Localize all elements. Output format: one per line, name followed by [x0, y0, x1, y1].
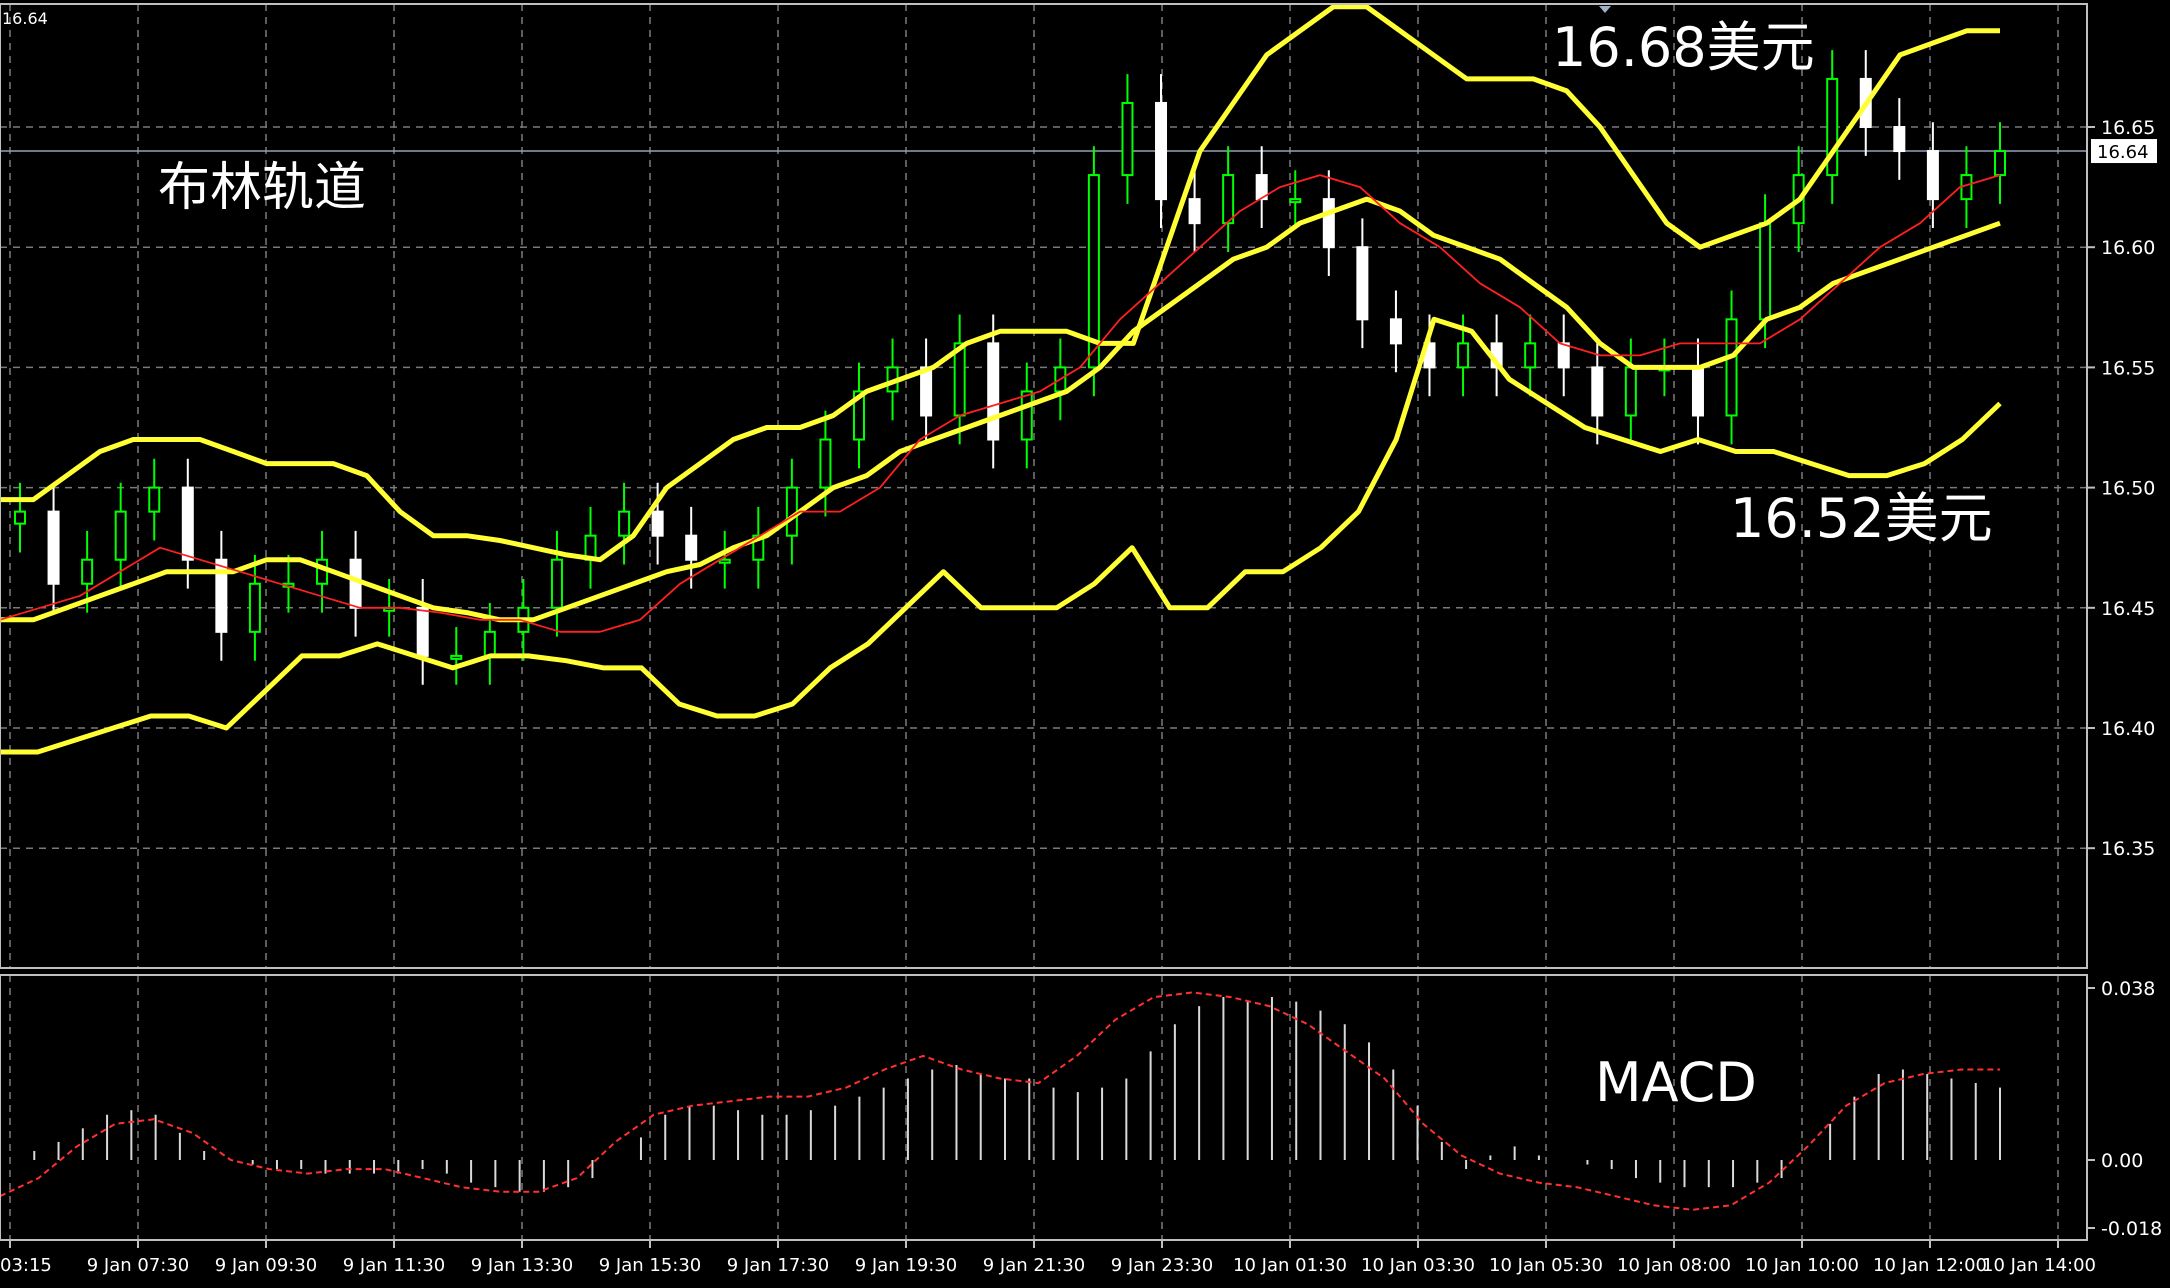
candle-body-down [349, 558, 362, 609]
x-tick-label: 9 Jan 09:30 [215, 1255, 318, 1276]
price-y-tick-label: 16.40 [2101, 718, 2155, 740]
price-y-tick-label: 16.45 [2101, 598, 2155, 620]
candle-body-up [819, 438, 832, 489]
candle-body-up [1994, 150, 2006, 177]
candle-body-down [181, 486, 194, 561]
candle-body-down [1893, 126, 1906, 153]
price-y-tick-label: 16.60 [2101, 237, 2155, 259]
candle-body-up [1725, 318, 1738, 417]
x-tick-label: 10 Jan 01:30 [1233, 1255, 1347, 1276]
corner-price-label: 16.64 [2, 9, 48, 28]
candle-body-up [81, 558, 94, 585]
candle-body-up [114, 510, 127, 561]
candle-body-up [248, 582, 261, 633]
candle-body-up [618, 510, 631, 537]
candle-body-down [1356, 246, 1369, 321]
x-tick-label: 10 Jan 12:00 [1873, 1255, 1987, 1276]
candle-body-down [1389, 318, 1402, 345]
candle-body-up [1624, 366, 1637, 417]
x-tick-label: 10 Jan 05:30 [1489, 1255, 1603, 1276]
candle-body-up [1524, 342, 1537, 369]
x-tick-label: 10 Jan 14:00 [1982, 1255, 2096, 1276]
candle-body-up [718, 558, 731, 564]
candle-body-up [450, 654, 463, 660]
current-price-label: 16.64 [2097, 142, 2149, 163]
candle-body-down [1591, 366, 1604, 417]
x-tick-label: 10 Jan 08:00 [1617, 1255, 1731, 1276]
x-tick-label: 9 Jan 15:30 [599, 1255, 702, 1276]
x-tick-label: 9 Jan 21:30 [983, 1255, 1086, 1276]
candle-body-down [1557, 342, 1570, 369]
candle-body-up [1759, 222, 1772, 321]
price-y-tick-label: 16.65 [2101, 117, 2155, 139]
macd-y-tick-label: -0.018 [2101, 1218, 2162, 1240]
candle-body-up [1457, 342, 1470, 369]
candle-body-up [1121, 101, 1134, 177]
x-tick-label: 9 Jan 13:30 [471, 1255, 574, 1276]
candle-body-up [14, 510, 26, 525]
candle-body-down [1188, 198, 1201, 225]
candle-body-down [685, 534, 698, 561]
candle-body-down [416, 606, 429, 657]
candle-body-down [987, 342, 1000, 441]
x-tick-label: 10 Jan 10:00 [1745, 1255, 1859, 1276]
candle-body-down [1155, 101, 1168, 201]
x-tick-label: 9 Jan 17:30 [727, 1255, 830, 1276]
candle-body-down [651, 510, 664, 537]
bollinger-annotation: 布林轨道 [158, 158, 366, 218]
bollinger-macd-chart: 16.35 16.40 16.45 16.50 16.55 16.60 16.65 16.64… [0, 0, 2170, 1284]
chart-root: 16.35 16.40 16.45 16.50 16.55 16.60 16.65 16.64… [0, 0, 2170, 1284]
upper-price-annotation: 16.68美元 [1552, 16, 1815, 79]
x-tick-label: 10 Jan 03:30 [1361, 1255, 1475, 1276]
candle-body-up [1020, 390, 1033, 441]
candle-body-down [920, 366, 933, 417]
price-y-tick-label: 16.35 [2101, 838, 2155, 860]
candle-body-up [1222, 174, 1235, 225]
lower-price-annotation: 16.52美元 [1730, 487, 1993, 550]
candle-body-up [1289, 198, 1302, 204]
x-tick-label: 9 Jan 11:30 [343, 1255, 446, 1276]
candle-body-up [953, 342, 966, 417]
candle-body-down [1322, 198, 1335, 249]
x-tick-label: 9 Jan 07:30 [87, 1255, 190, 1276]
x-tick-label: 03:15 [0, 1255, 52, 1276]
candle-body-down [47, 510, 60, 585]
price-y-tick-label: 16.50 [2101, 478, 2155, 500]
candle-body-up [785, 486, 798, 537]
candle-body-down [1691, 366, 1704, 417]
macd-annotation: MACD [1595, 1051, 1757, 1114]
x-tick-label: 9 Jan 23:30 [1111, 1255, 1214, 1276]
x-tick-label: 9 Jan 19:30 [855, 1255, 958, 1276]
candle-body-up [148, 486, 161, 513]
price-y-tick-label: 16.55 [2101, 357, 2155, 379]
candle-body-up [550, 558, 563, 609]
macd-y-tick-label: 0.038 [2101, 978, 2155, 1000]
candle-body-down [1926, 150, 1939, 201]
candle-body-up [483, 630, 496, 657]
candle-body-up [316, 558, 329, 585]
macd-y-tick-label: 0.00 [2101, 1150, 2143, 1172]
